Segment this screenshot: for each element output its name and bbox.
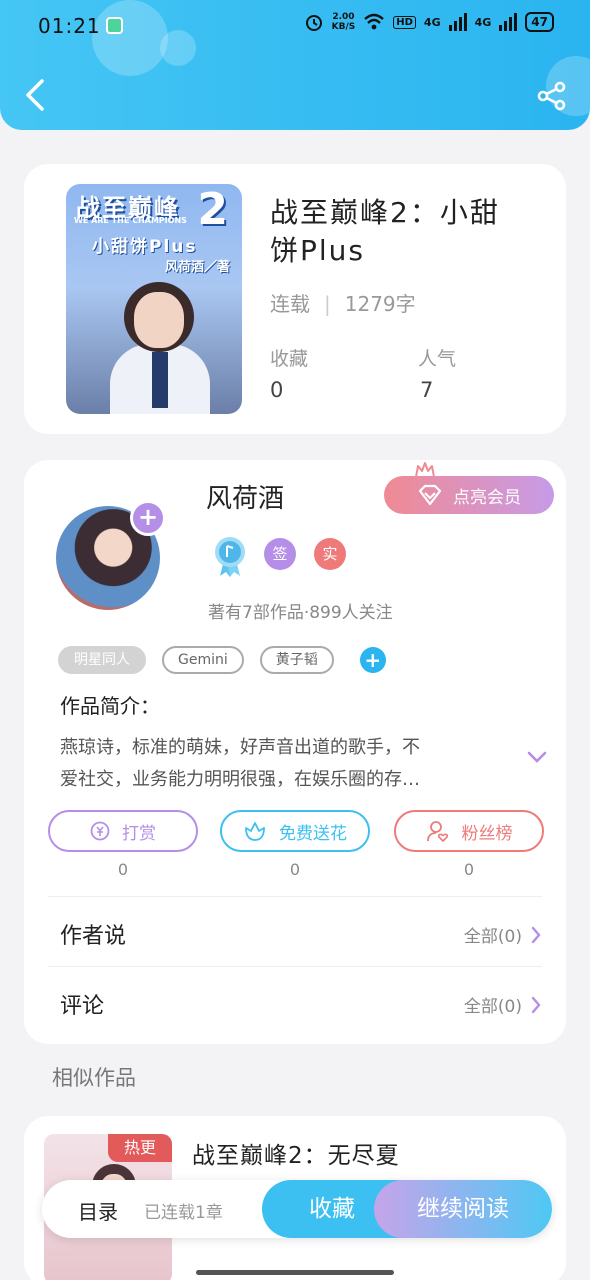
send-flower-button[interactable]: 免费送花 <box>220 810 370 852</box>
toc-status: 已连载1章 <box>144 1203 223 1223</box>
tag-item[interactable]: 明星同人 <box>58 646 146 674</box>
vip-button[interactable]: 点亮会员 <box>384 476 554 514</box>
cover-number: 2 <box>197 184 228 235</box>
flower-count: 0 <box>289 860 301 879</box>
follow-plus-icon[interactable]: + <box>130 500 166 536</box>
hot-badge: 热更 <box>108 1134 172 1162</box>
cover-name: 小甜饼Plus <box>92 237 198 257</box>
speed-unit: KB/S <box>331 22 356 32</box>
network-type-1: 4G <box>423 15 441 29</box>
signal-icon <box>448 13 467 31</box>
cover-subtitle: WE ARE THE CHAMPIONS <box>74 216 187 225</box>
comments-all-label: 全部(0) <box>463 997 522 1017</box>
popularity-value: 7 <box>420 378 434 402</box>
flower-icon <box>245 822 265 841</box>
fans-rank-button[interactable]: 粉丝榜 <box>394 810 544 852</box>
book-meta: 连载 | 1279字 <box>270 288 416 317</box>
signal-icon <box>499 13 518 31</box>
fans-icon <box>426 821 448 843</box>
wifi-icon <box>364 13 385 30</box>
divider <box>48 896 542 897</box>
intro-line: 爱社交，业务能力明明很强，在娱乐圈的存… <box>60 769 420 790</box>
fans-count: 0 <box>463 860 475 879</box>
chevron-right-icon <box>531 996 541 1013</box>
continue-reading-button[interactable]: 继续阅读 <box>374 1180 552 1238</box>
author-says-all-label: 全部(0) <box>463 927 522 947</box>
popularity-label: 人气 <box>418 348 457 370</box>
cover-author: 风荷酒／著 <box>164 260 230 275</box>
verified-badge: 实 <box>314 538 346 570</box>
author-card: + 风荷酒 点亮会员 签 实 著有7部作品·899人关注 明星同人 Gemini… <box>24 460 566 1044</box>
fans-rank-label: 粉丝榜 <box>461 823 513 844</box>
app-notification-icon <box>106 17 123 34</box>
similar-section-title: 相似作品 <box>52 1066 136 1090</box>
share-button[interactable] <box>536 80 568 112</box>
book-cover[interactable]: 战至巅峰 2 WE ARE THE CHAMPIONS 小甜饼Plus 风荷酒／… <box>66 184 242 414</box>
tip-button[interactable]: 打赏 <box>48 810 198 852</box>
chevron-down-icon[interactable] <box>526 750 548 764</box>
home-indicator[interactable] <box>196 1270 394 1275</box>
comments-label: 评论 <box>60 994 105 1019</box>
back-button[interactable] <box>22 78 48 112</box>
add-tag-button[interactable]: + <box>359 647 386 673</box>
coin-icon <box>90 821 110 841</box>
favorites-value: 0 <box>270 378 284 402</box>
tag-item[interactable]: Gemini <box>162 646 244 674</box>
diamond-icon <box>418 484 442 506</box>
network-speed: 2.00 KB/S <box>332 12 356 32</box>
divider <box>48 966 542 967</box>
book-title: 战至巅峰2：小甜饼Plus <box>270 196 500 267</box>
intro-label: 作品简介： <box>60 694 160 718</box>
battery-icon: 47 <box>525 12 554 32</box>
chevron-right-icon <box>531 926 541 943</box>
signed-badge: 签 <box>264 538 296 570</box>
tag-item[interactable]: 黄子韬 <box>259 646 334 674</box>
comments-all-link[interactable]: 全部(0) <box>464 992 542 1017</box>
author-name[interactable]: 风荷酒 <box>206 478 284 515</box>
hd-icon: HD <box>393 15 416 29</box>
network-type-2: 4G <box>474 15 492 29</box>
send-flower-label: 免费送花 <box>279 823 347 844</box>
bottom-action-bar: 目录 已连载1章 收藏 继续阅读 <box>42 1180 552 1238</box>
favorites-label: 收藏 <box>270 348 309 370</box>
intro-line: 燕琼诗，标准的萌妹，好声音出道的歌手，不 <box>60 737 420 758</box>
vip-button-label: 点亮会员 <box>453 487 521 508</box>
alarm-icon <box>305 15 322 31</box>
meta-separator: | <box>324 292 331 316</box>
status-bar: 01:21 2.00 KB/S HD 4G 4G 47 <box>0 0 590 52</box>
tip-button-label: 打赏 <box>122 823 156 844</box>
book-info-card: 战至巅峰 2 WE ARE THE CHAMPIONS 小甜饼Plus 风荷酒／… <box>24 164 566 434</box>
medal-icon <box>215 537 245 577</box>
book-word-count: 1279字 <box>344 292 416 316</box>
top-header: 01:21 2.00 KB/S HD 4G 4G 47 <box>0 0 590 130</box>
book-status: 连载 <box>270 292 310 316</box>
author-says-all-link[interactable]: 全部(0) <box>464 922 542 947</box>
similar-item-title: 战至巅峰2：无尽夏 <box>192 1143 400 1169</box>
intro-text[interactable]: 燕琼诗，标准的萌妹，好声音出道的歌手，不 爱社交，业务能力明明很强，在娱乐圈的存… <box>60 732 500 796</box>
status-icons: 2.00 KB/S HD 4G 4G 47 <box>304 12 554 32</box>
toc-button[interactable]: 目录 <box>78 1196 118 1225</box>
status-time: 01:21 <box>38 14 101 38</box>
tip-count: 0 <box>117 860 129 879</box>
cover-figure-face <box>134 292 184 348</box>
author-tags: 明星同人 Gemini 黄子韬 + <box>58 646 386 674</box>
speed-value: 2.00 <box>332 12 355 22</box>
author-stats: 著有7部作品·899人关注 <box>208 603 393 623</box>
author-says-label: 作者说 <box>60 924 127 949</box>
cover-figure-tie <box>152 352 168 408</box>
